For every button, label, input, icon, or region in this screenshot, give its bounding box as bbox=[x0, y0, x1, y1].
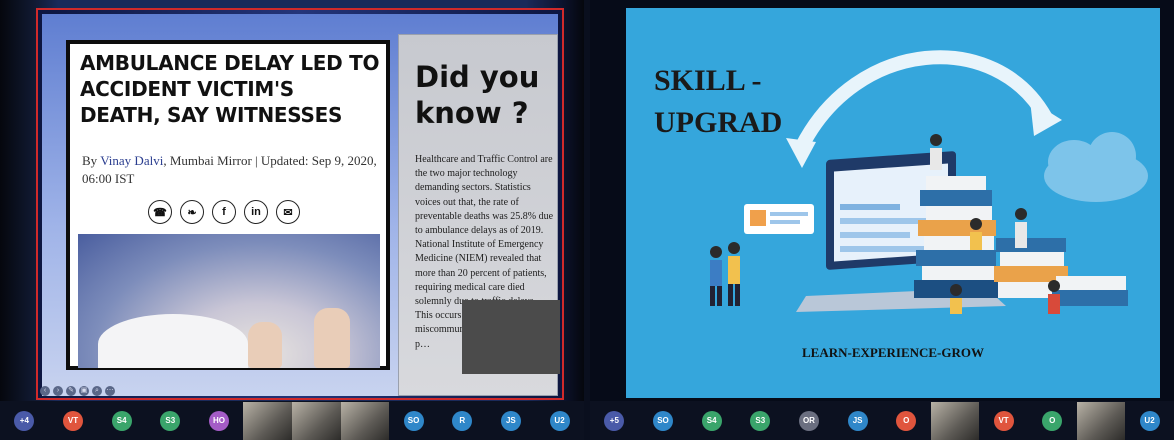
participant-strip-right: +5 SO S4 S3 OR JS O VT O U2 bbox=[590, 401, 1174, 440]
skill-illustration bbox=[710, 50, 1148, 314]
participant-strip-left: +4 VT S4 S3 HO SO R JS U2 bbox=[0, 401, 584, 440]
participant-tile[interactable]: HO bbox=[195, 402, 244, 440]
photo-foot-right bbox=[314, 308, 350, 368]
participant-tile[interactable]: U2 bbox=[535, 402, 584, 440]
participant-avatar: VT bbox=[993, 410, 1014, 431]
email-icon[interactable]: ✉ bbox=[276, 200, 300, 224]
participant-tile[interactable] bbox=[340, 401, 390, 440]
participant-tile[interactable]: SO bbox=[639, 402, 688, 440]
shared-screen-right: SKILL - UPGRAD LEARN-EXPERIENCE-GROW bbox=[590, 0, 1174, 440]
more-icon[interactable]: ⋯ bbox=[105, 386, 115, 396]
participant-avatar: OR bbox=[798, 410, 819, 431]
next-slide-icon[interactable]: › bbox=[53, 386, 63, 396]
book-stack-1 bbox=[926, 176, 986, 190]
participant-avatar: HO bbox=[208, 410, 229, 431]
twitter-icon[interactable]: ❧ bbox=[180, 200, 204, 224]
share-buttons: ☎ ❧ f in ✉ bbox=[148, 200, 300, 224]
did-you-know-title: Did you know ? bbox=[415, 60, 540, 130]
participant-video bbox=[930, 401, 980, 440]
participant-tile[interactable]: S3 bbox=[146, 402, 195, 440]
participant-tile[interactable]: OR bbox=[785, 402, 834, 440]
article-photo bbox=[78, 234, 380, 368]
presentation-toolbar: ‹ › ✎ ▣ ⌕ ⋯ bbox=[40, 386, 115, 396]
meeting-screen: AMBULANCE DELAY LED TO ACCIDENT VICTIM'S… bbox=[0, 0, 1174, 440]
participant-avatar: SO bbox=[652, 410, 673, 431]
participant-tile[interactable]: +4 bbox=[0, 402, 49, 440]
book-stack-3 bbox=[1056, 276, 1126, 290]
participant-tile[interactable]: R bbox=[438, 402, 487, 440]
participant-avatar: S3 bbox=[750, 410, 771, 431]
byline-prefix: By bbox=[82, 153, 101, 168]
slides-icon[interactable]: ▣ bbox=[79, 386, 89, 396]
participant-avatar: JS bbox=[500, 410, 521, 431]
author-link[interactable]: Vinay Dalvi bbox=[100, 153, 163, 168]
participant-avatar: U2 bbox=[549, 410, 570, 431]
pen-icon[interactable]: ✎ bbox=[66, 386, 76, 396]
person-icon bbox=[710, 246, 722, 258]
zoom-icon[interactable]: ⌕ bbox=[92, 386, 102, 396]
participant-avatar: S3 bbox=[160, 410, 181, 431]
participant-tile[interactable]: VT bbox=[49, 402, 98, 440]
participant-tile[interactable] bbox=[930, 401, 980, 440]
article-headline: AMBULANCE DELAY LED TO ACCIDENT VICTIM'S… bbox=[80, 51, 380, 127]
participant-tile[interactable]: SO bbox=[389, 402, 438, 440]
participant-video bbox=[243, 401, 292, 440]
news-article-card: AMBULANCE DELAY LED TO ACCIDENT VICTIM'S… bbox=[66, 40, 390, 370]
linkedin-icon[interactable]: in bbox=[244, 200, 268, 224]
participant-tile[interactable]: U2 bbox=[1125, 402, 1174, 440]
participant-tile[interactable]: JS bbox=[833, 402, 882, 440]
participant-video bbox=[1076, 401, 1126, 440]
participant-tile[interactable]: S4 bbox=[97, 402, 146, 440]
participant-avatar: VT bbox=[62, 410, 83, 431]
skill-tagline: LEARN-EXPERIENCE-GROW bbox=[801, 345, 984, 360]
participant-avatar: U2 bbox=[1139, 410, 1160, 431]
prev-slide-icon[interactable]: ‹ bbox=[40, 386, 50, 396]
participant-tile[interactable] bbox=[243, 401, 292, 440]
participant-avatar: S4 bbox=[111, 410, 132, 431]
participant-tile[interactable]: +5 bbox=[590, 402, 639, 440]
photo-foot-left bbox=[248, 322, 282, 368]
participant-tile[interactable]: S3 bbox=[736, 402, 785, 440]
more-participants-badge: +5 bbox=[604, 410, 625, 431]
arrow-head-left bbox=[786, 138, 816, 168]
cycle-arrow-icon bbox=[794, 50, 1053, 155]
participant-tile[interactable]: O bbox=[882, 402, 931, 440]
participant-video bbox=[291, 401, 341, 440]
participant-avatar: O bbox=[896, 410, 917, 431]
whatsapp-icon[interactable]: ☎ bbox=[148, 200, 172, 224]
participant-tile[interactable] bbox=[1076, 401, 1126, 440]
participant-avatar: R bbox=[452, 410, 473, 431]
skill-upgrade-slide: SKILL - UPGRAD LEARN-EXPERIENCE-GROW bbox=[626, 8, 1160, 398]
participant-tile[interactable] bbox=[291, 401, 341, 440]
facebook-icon[interactable]: f bbox=[212, 200, 236, 224]
participant-tile[interactable]: O bbox=[1028, 402, 1077, 440]
participant-avatar: SO bbox=[403, 410, 424, 431]
article-byline: By Vinay Dalvi, Mumbai Mirror | Updated:… bbox=[82, 152, 382, 188]
shared-screen-left: AMBULANCE DELAY LED TO ACCIDENT VICTIM'S… bbox=[0, 0, 584, 440]
video-overlay-box bbox=[462, 300, 560, 374]
participant-avatar: O bbox=[1042, 410, 1063, 431]
photo-sheet bbox=[98, 314, 248, 368]
participant-video bbox=[340, 401, 390, 440]
participant-tile[interactable]: VT bbox=[979, 402, 1028, 440]
participant-tile[interactable]: JS bbox=[487, 402, 536, 440]
participant-tile[interactable]: S4 bbox=[687, 402, 736, 440]
more-participants-badge: +4 bbox=[14, 410, 35, 431]
participant-avatar: S4 bbox=[701, 410, 722, 431]
participant-avatar: JS bbox=[847, 410, 868, 431]
book-stack-2 bbox=[996, 238, 1066, 252]
